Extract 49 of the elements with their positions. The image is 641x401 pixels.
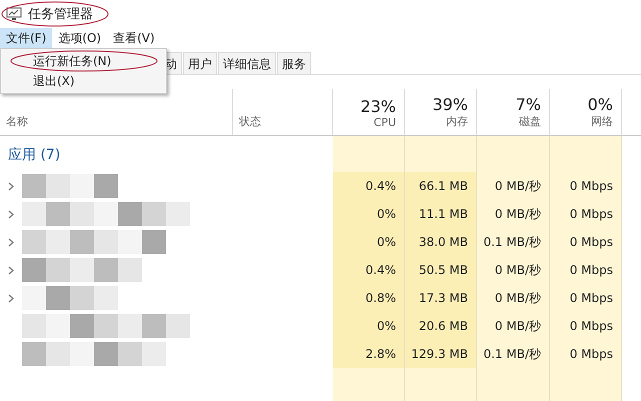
table-cell: 0% [333,200,405,228]
table-cell: 0 Mbps [550,228,622,256]
menu-item[interactable]: 运行新任务(N) [1,52,112,70]
table-cell: 0 Mbps [550,256,622,284]
table-cell: 0 Mbps [550,200,622,228]
column-header[interactable]: 23% CPU [333,89,405,135]
table-cell: 0.1 MB/秒 [477,228,550,256]
table-cell: 11.1 MB [405,200,477,228]
column-header[interactable]: 状态 [232,89,333,135]
table-cell: 0 Mbps [550,312,622,340]
menu-item[interactable]: 文件(F) [0,28,52,48]
chevron-icon[interactable] [8,294,14,302]
table-cell: 50.5 MB [405,256,477,284]
table-cell: 66.1 MB [405,172,477,200]
table-cell: 129.3 MB [405,340,477,368]
table-cell: 0 MB/秒 [477,200,550,228]
group-heading: 应用 (7) [8,146,60,164]
table-cell: 0% [333,312,405,340]
monitor-icon [6,7,22,21]
table-cell: 0 Mbps [550,172,622,200]
table-cell: 0 Mbps [550,340,622,368]
column-header[interactable]: 39% 内存 [405,89,477,135]
table-cell: 0.1 MB/秒 [477,340,550,368]
table-cell: 0 Mbps [550,284,622,312]
chevron-icon[interactable] [8,210,14,218]
table-cell: 0% [333,228,405,256]
menu-item[interactable]: 选项(O) [52,28,108,48]
chevron-icon[interactable] [8,238,14,246]
menu-item[interactable]: 退出(X) [1,72,75,90]
table-cell: 0.4% [333,172,405,200]
tab[interactable]: 详细信息 [218,52,276,74]
menu-item[interactable]: 查看(V) [107,28,161,48]
column-header[interactable]: 7% 磁盘 [477,89,550,135]
chevron-icon[interactable] [8,182,14,190]
table-cell: 0 MB/秒 [477,312,550,340]
tab[interactable]: 服务 [277,52,311,74]
chevron-icon[interactable] [8,266,14,274]
tab[interactable]: 用户 [183,52,217,74]
table-cell: 2.8% [333,340,405,368]
table-cell: 0 MB/秒 [477,284,550,312]
table-cell: 0.4% [333,256,405,284]
window-title: 任务管理器 [28,6,93,23]
table-cell: 0 MB/秒 [477,256,550,284]
table-cell: 38.0 MB [405,228,477,256]
column-header[interactable]: 0% 网络 [550,89,622,135]
table-cell: 0.8% [333,284,405,312]
table-cell: 20.6 MB [405,312,477,340]
table-cell: 0 MB/秒 [477,172,550,200]
table-cell: 17.3 MB [405,284,477,312]
